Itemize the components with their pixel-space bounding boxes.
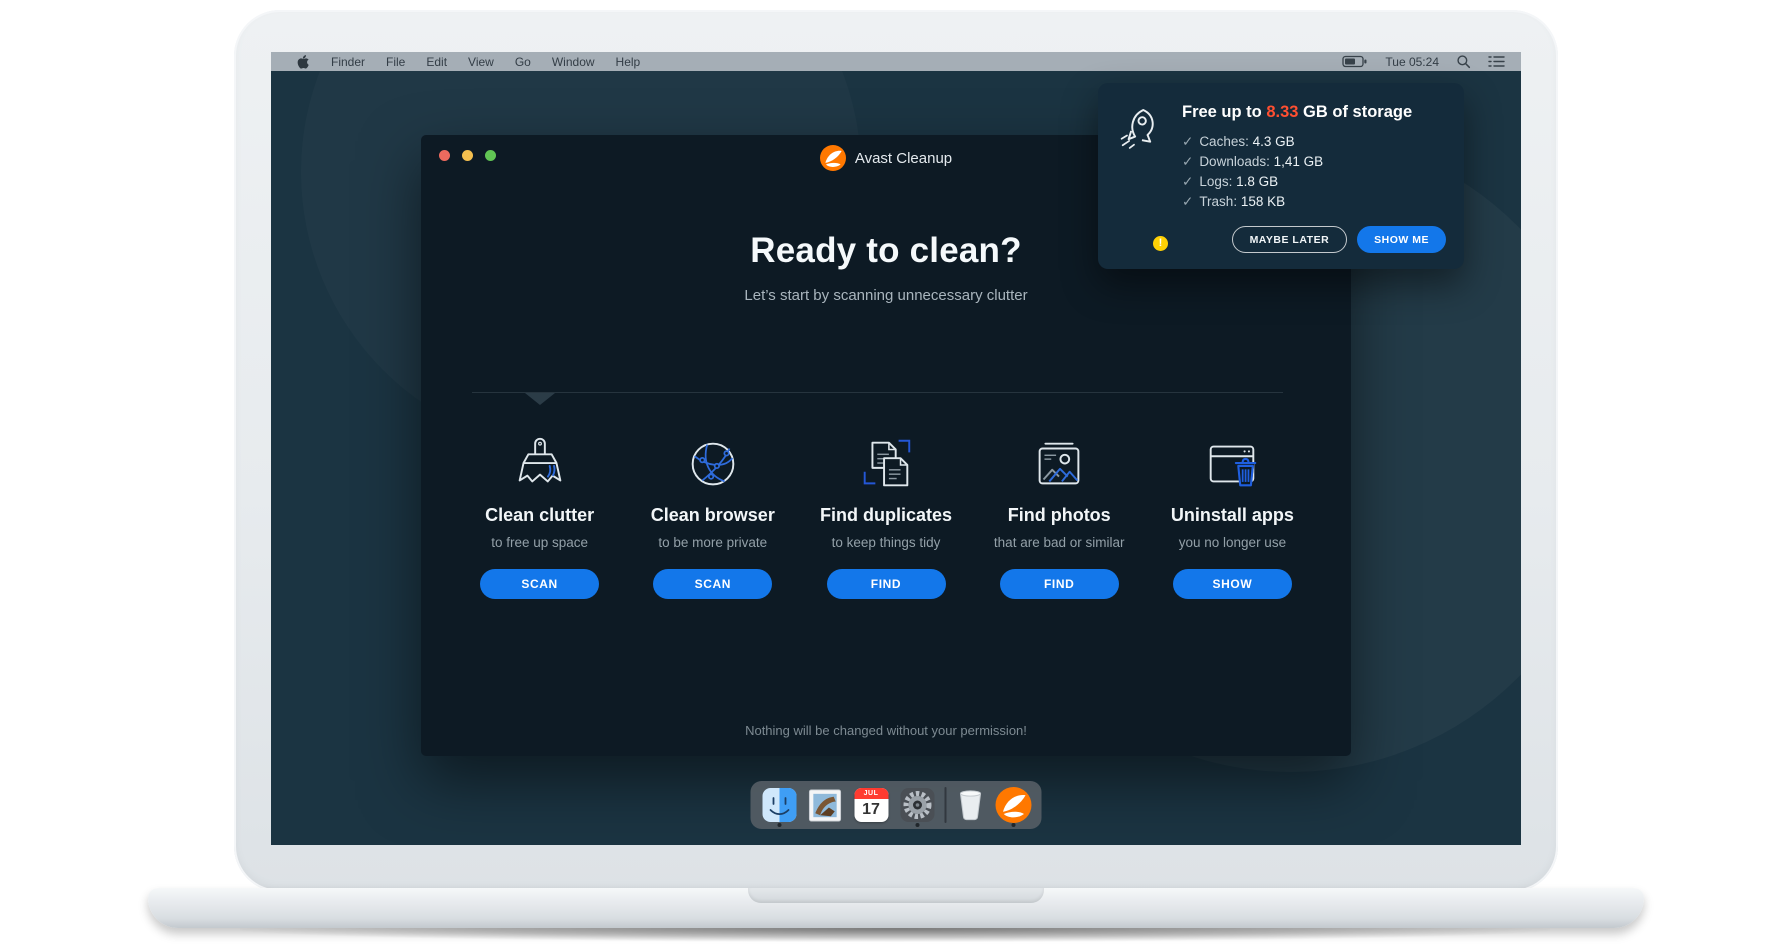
feature-uninstall-apps: Uninstall apps you no longer use SHOW bbox=[1146, 431, 1319, 599]
list-item-logs: ✓Logs: 1.8 GB bbox=[1182, 172, 1446, 192]
macos-menu-bar: Finder File Edit View Go Window Help Tue… bbox=[271, 52, 1521, 71]
calendar-month: JUL bbox=[854, 788, 888, 799]
rocket-icon: ! bbox=[1114, 103, 1170, 253]
laptop-base-notch bbox=[748, 888, 1044, 903]
globe-icon bbox=[626, 431, 799, 495]
check-icon: ✓ bbox=[1182, 154, 1193, 169]
window-title: Avast Cleanup bbox=[855, 150, 952, 167]
feature-subtitle: that are bad or similar bbox=[973, 535, 1146, 550]
cleanup-summary-list: ✓Caches: 4.3 GB ✓Downloads: 1,41 GB ✓Log… bbox=[1182, 132, 1446, 212]
menu-item-file[interactable]: File bbox=[386, 55, 405, 69]
show-me-button[interactable]: SHOW ME bbox=[1357, 226, 1446, 253]
find-duplicates-button[interactable]: FIND bbox=[827, 569, 946, 599]
scan-clutter-button[interactable]: SCAN bbox=[480, 569, 599, 599]
feature-title: Find duplicates bbox=[799, 505, 972, 526]
list-item-caches: ✓Caches: 4.3 GB bbox=[1182, 132, 1446, 152]
notification-actions: MAYBE LATER SHOW ME bbox=[1182, 226, 1446, 253]
list-item-downloads: ✓Downloads: 1,41 GB bbox=[1182, 152, 1446, 172]
check-icon: ✓ bbox=[1182, 194, 1193, 209]
feature-title: Find photos bbox=[973, 505, 1146, 526]
storage-notification-popup: ! Free up to 8.33 GB of storage ✓Caches:… bbox=[1098, 83, 1464, 269]
feature-title: Clean clutter bbox=[453, 505, 626, 526]
section-divider bbox=[472, 392, 1283, 393]
brush-icon bbox=[453, 431, 626, 495]
avast-logo-icon bbox=[820, 145, 846, 171]
feature-subtitle: to keep things tidy bbox=[799, 535, 972, 550]
dock-finder-icon[interactable] bbox=[761, 781, 798, 829]
laptop-mockup: Finder File Edit View Go Window Help Tue… bbox=[0, 0, 1792, 944]
desktop-screen: Finder File Edit View Go Window Help Tue… bbox=[271, 52, 1521, 845]
battery-icon[interactable] bbox=[1342, 55, 1368, 68]
dock-calendar-icon[interactable]: JUL 17 bbox=[853, 781, 890, 829]
dock-mail-icon[interactable] bbox=[807, 781, 844, 829]
list-item-trash: ✓Trash: 158 KB bbox=[1182, 192, 1446, 212]
feature-title: Clean browser bbox=[626, 505, 799, 526]
laptop-base bbox=[148, 888, 1644, 928]
notification-center-icon[interactable] bbox=[1488, 55, 1505, 68]
menu-item-edit[interactable]: Edit bbox=[426, 55, 447, 69]
find-photos-button[interactable]: FIND bbox=[1000, 569, 1119, 599]
check-icon: ✓ bbox=[1182, 134, 1193, 149]
running-indicator bbox=[915, 823, 919, 827]
menu-item-help[interactable]: Help bbox=[616, 55, 641, 69]
running-indicator bbox=[777, 823, 781, 827]
menu-item-view[interactable]: View bbox=[468, 55, 494, 69]
permission-note: Nothing will be changed without your per… bbox=[421, 723, 1351, 738]
uninstall-icon bbox=[1146, 431, 1319, 495]
photos-icon bbox=[973, 431, 1146, 495]
feature-find-duplicates: Find duplicates to keep things tidy FIND bbox=[799, 431, 972, 599]
storage-amount: 8.33 bbox=[1266, 103, 1298, 121]
menu-item-window[interactable]: Window bbox=[552, 55, 595, 69]
scan-browser-button[interactable]: SCAN bbox=[653, 569, 772, 599]
menu-clock[interactable]: Tue 05:24 bbox=[1385, 55, 1439, 69]
maybe-later-button[interactable]: MAYBE LATER bbox=[1232, 226, 1348, 253]
dock-trash-icon[interactable] bbox=[956, 781, 986, 829]
notification-title: Free up to 8.33 GB of storage bbox=[1182, 103, 1446, 122]
menu-item-go[interactable]: Go bbox=[515, 55, 531, 69]
feature-clean-browser: Clean browser to be more private SCAN bbox=[626, 431, 799, 599]
calendar-day: 17 bbox=[854, 799, 888, 822]
feature-subtitle: to be more private bbox=[626, 535, 799, 550]
warning-badge-icon: ! bbox=[1153, 236, 1168, 251]
feature-find-photos: Find photos that are bad or similar FIND bbox=[973, 431, 1146, 599]
search-icon[interactable] bbox=[1456, 54, 1471, 69]
feature-clean-clutter: Clean clutter to free up space SCAN bbox=[453, 431, 626, 599]
running-indicator bbox=[1011, 823, 1015, 827]
dock-divider bbox=[945, 787, 947, 823]
dock-avast-icon[interactable] bbox=[995, 781, 1032, 829]
divider-pointer bbox=[525, 393, 555, 405]
feature-row: Clean clutter to free up space SCAN bbox=[453, 431, 1319, 599]
page-subtitle: Let’s start by scanning unnecessary clut… bbox=[421, 287, 1351, 304]
feature-subtitle: you no longer use bbox=[1146, 535, 1319, 550]
show-apps-button[interactable]: SHOW bbox=[1173, 569, 1292, 599]
feature-title: Uninstall apps bbox=[1146, 505, 1319, 526]
dock-system-preferences-icon[interactable] bbox=[899, 781, 936, 829]
check-icon: ✓ bbox=[1182, 174, 1193, 189]
macos-dock: JUL 17 bbox=[751, 781, 1042, 829]
menu-item-finder[interactable]: Finder bbox=[331, 55, 365, 69]
apple-menu-icon[interactable] bbox=[297, 54, 310, 69]
feature-subtitle: to free up space bbox=[453, 535, 626, 550]
duplicates-icon bbox=[799, 431, 972, 495]
